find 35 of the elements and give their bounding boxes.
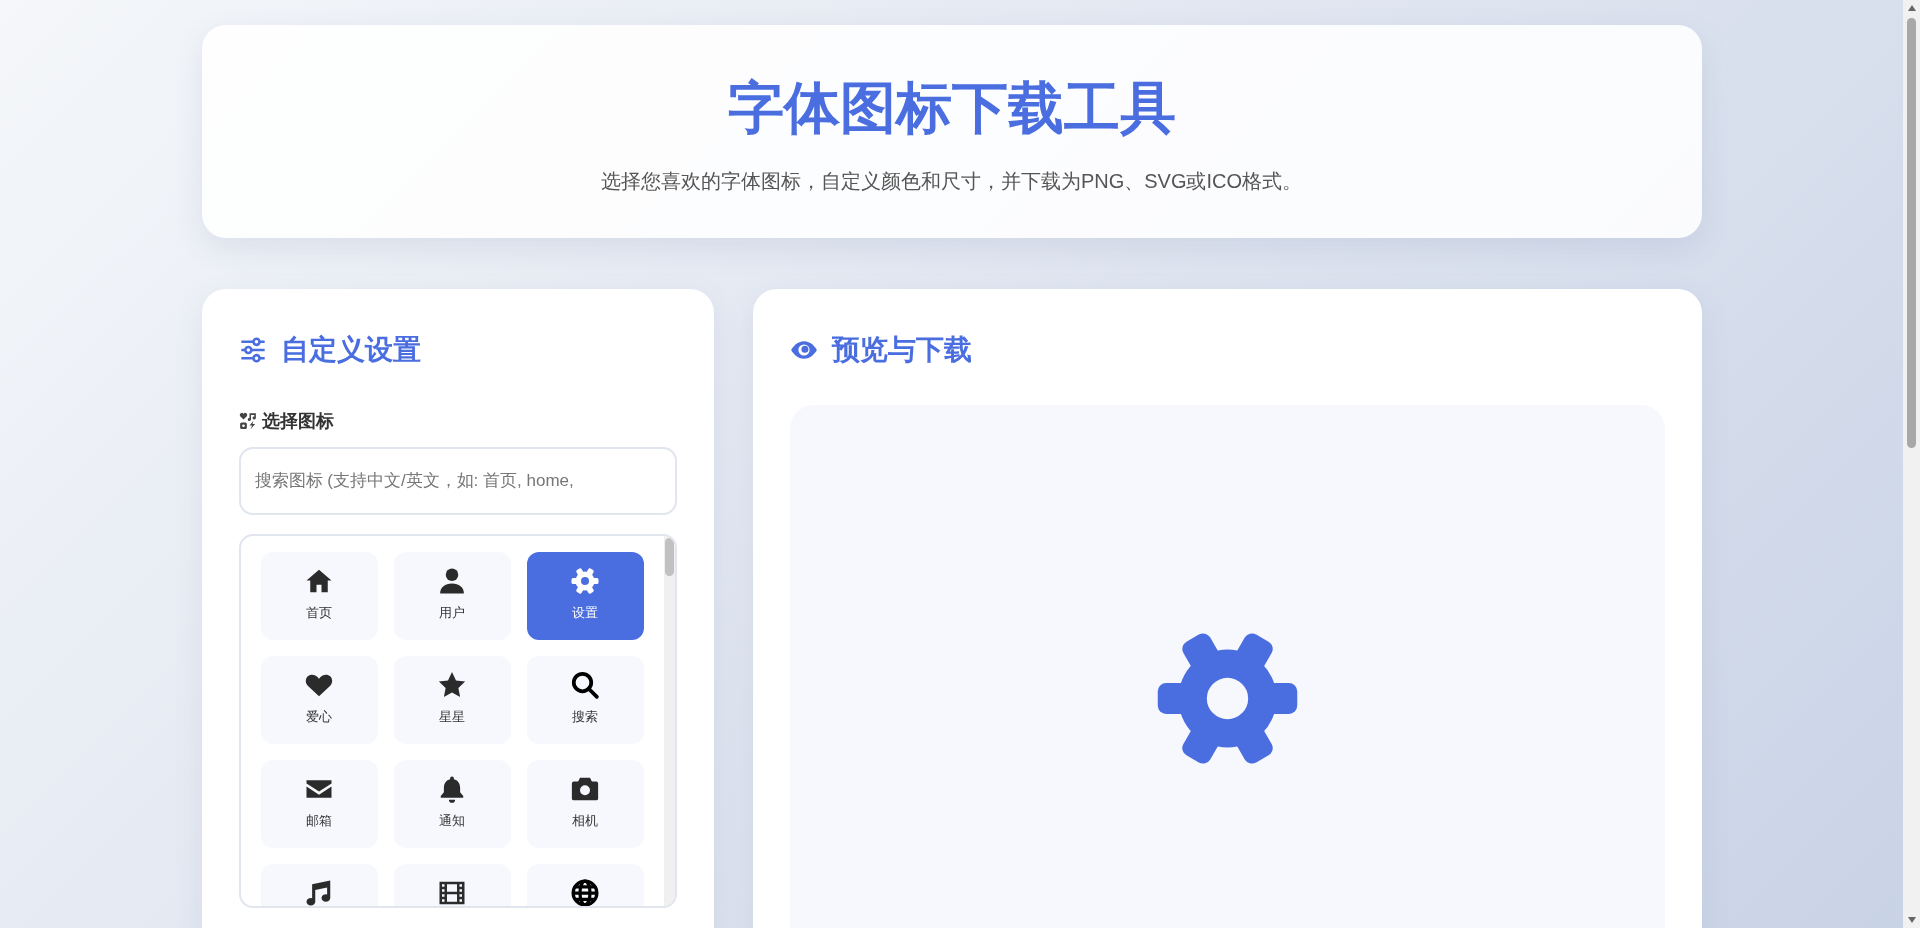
icon-label: 用户 xyxy=(439,604,465,622)
star-icon xyxy=(437,670,467,700)
icon-tile[interactable]: 设置 xyxy=(526,552,644,640)
globe-icon xyxy=(570,878,600,906)
page-subtitle: 选择您喜欢的字体图标，自定义颜色和尺寸，并下载为PNG、SVG或ICO格式。 xyxy=(600,169,1303,194)
page-title: 字体图标下载工具 xyxy=(727,75,1176,141)
icon-label: 设置 xyxy=(572,604,598,622)
icon-label: 爱心 xyxy=(306,708,332,726)
icon-tile[interactable]: 用户 xyxy=(393,552,511,640)
icon-tile[interactable]: 爱心 xyxy=(260,656,378,744)
icon-tile[interactable]: 通知 xyxy=(393,760,511,848)
person-icon xyxy=(437,566,467,596)
icon-tile[interactable]: 星星 xyxy=(393,656,511,744)
icon-label: 星星 xyxy=(439,708,465,726)
scroll-down-arrow-icon[interactable] xyxy=(1906,915,1917,925)
search-field[interactable]: 搜索图标 (支持中文/英文，如: 首页, home, xyxy=(238,447,677,515)
icon-tile[interactable]: 首页 xyxy=(260,552,378,640)
icons-icon xyxy=(238,412,257,430)
panel-heading: 自定义设置 xyxy=(280,333,421,367)
icon-label: 邮箱 xyxy=(306,812,332,830)
sliders-icon xyxy=(238,336,267,364)
field-label: 选择图标 xyxy=(261,410,334,433)
icon-tile[interactable]: 搜索 xyxy=(526,656,644,744)
icon-label: 相机 xyxy=(572,812,598,830)
icon-tile[interactable]: 邮箱 xyxy=(260,760,378,848)
icon-label: 搜索 xyxy=(572,708,598,726)
panel-heading: 预览与下载 xyxy=(831,333,972,367)
icon-label: 通知 xyxy=(439,812,465,830)
search-icon xyxy=(570,670,600,700)
scrollbar-thumb[interactable] xyxy=(1907,18,1916,448)
scrollbar-thumb[interactable] xyxy=(664,538,674,576)
settings-icon xyxy=(570,566,600,596)
icon-tile[interactable]: 相机 xyxy=(526,760,644,848)
icon-label: 首页 xyxy=(306,604,332,622)
scroll-up-arrow-icon[interactable] xyxy=(1906,3,1917,13)
